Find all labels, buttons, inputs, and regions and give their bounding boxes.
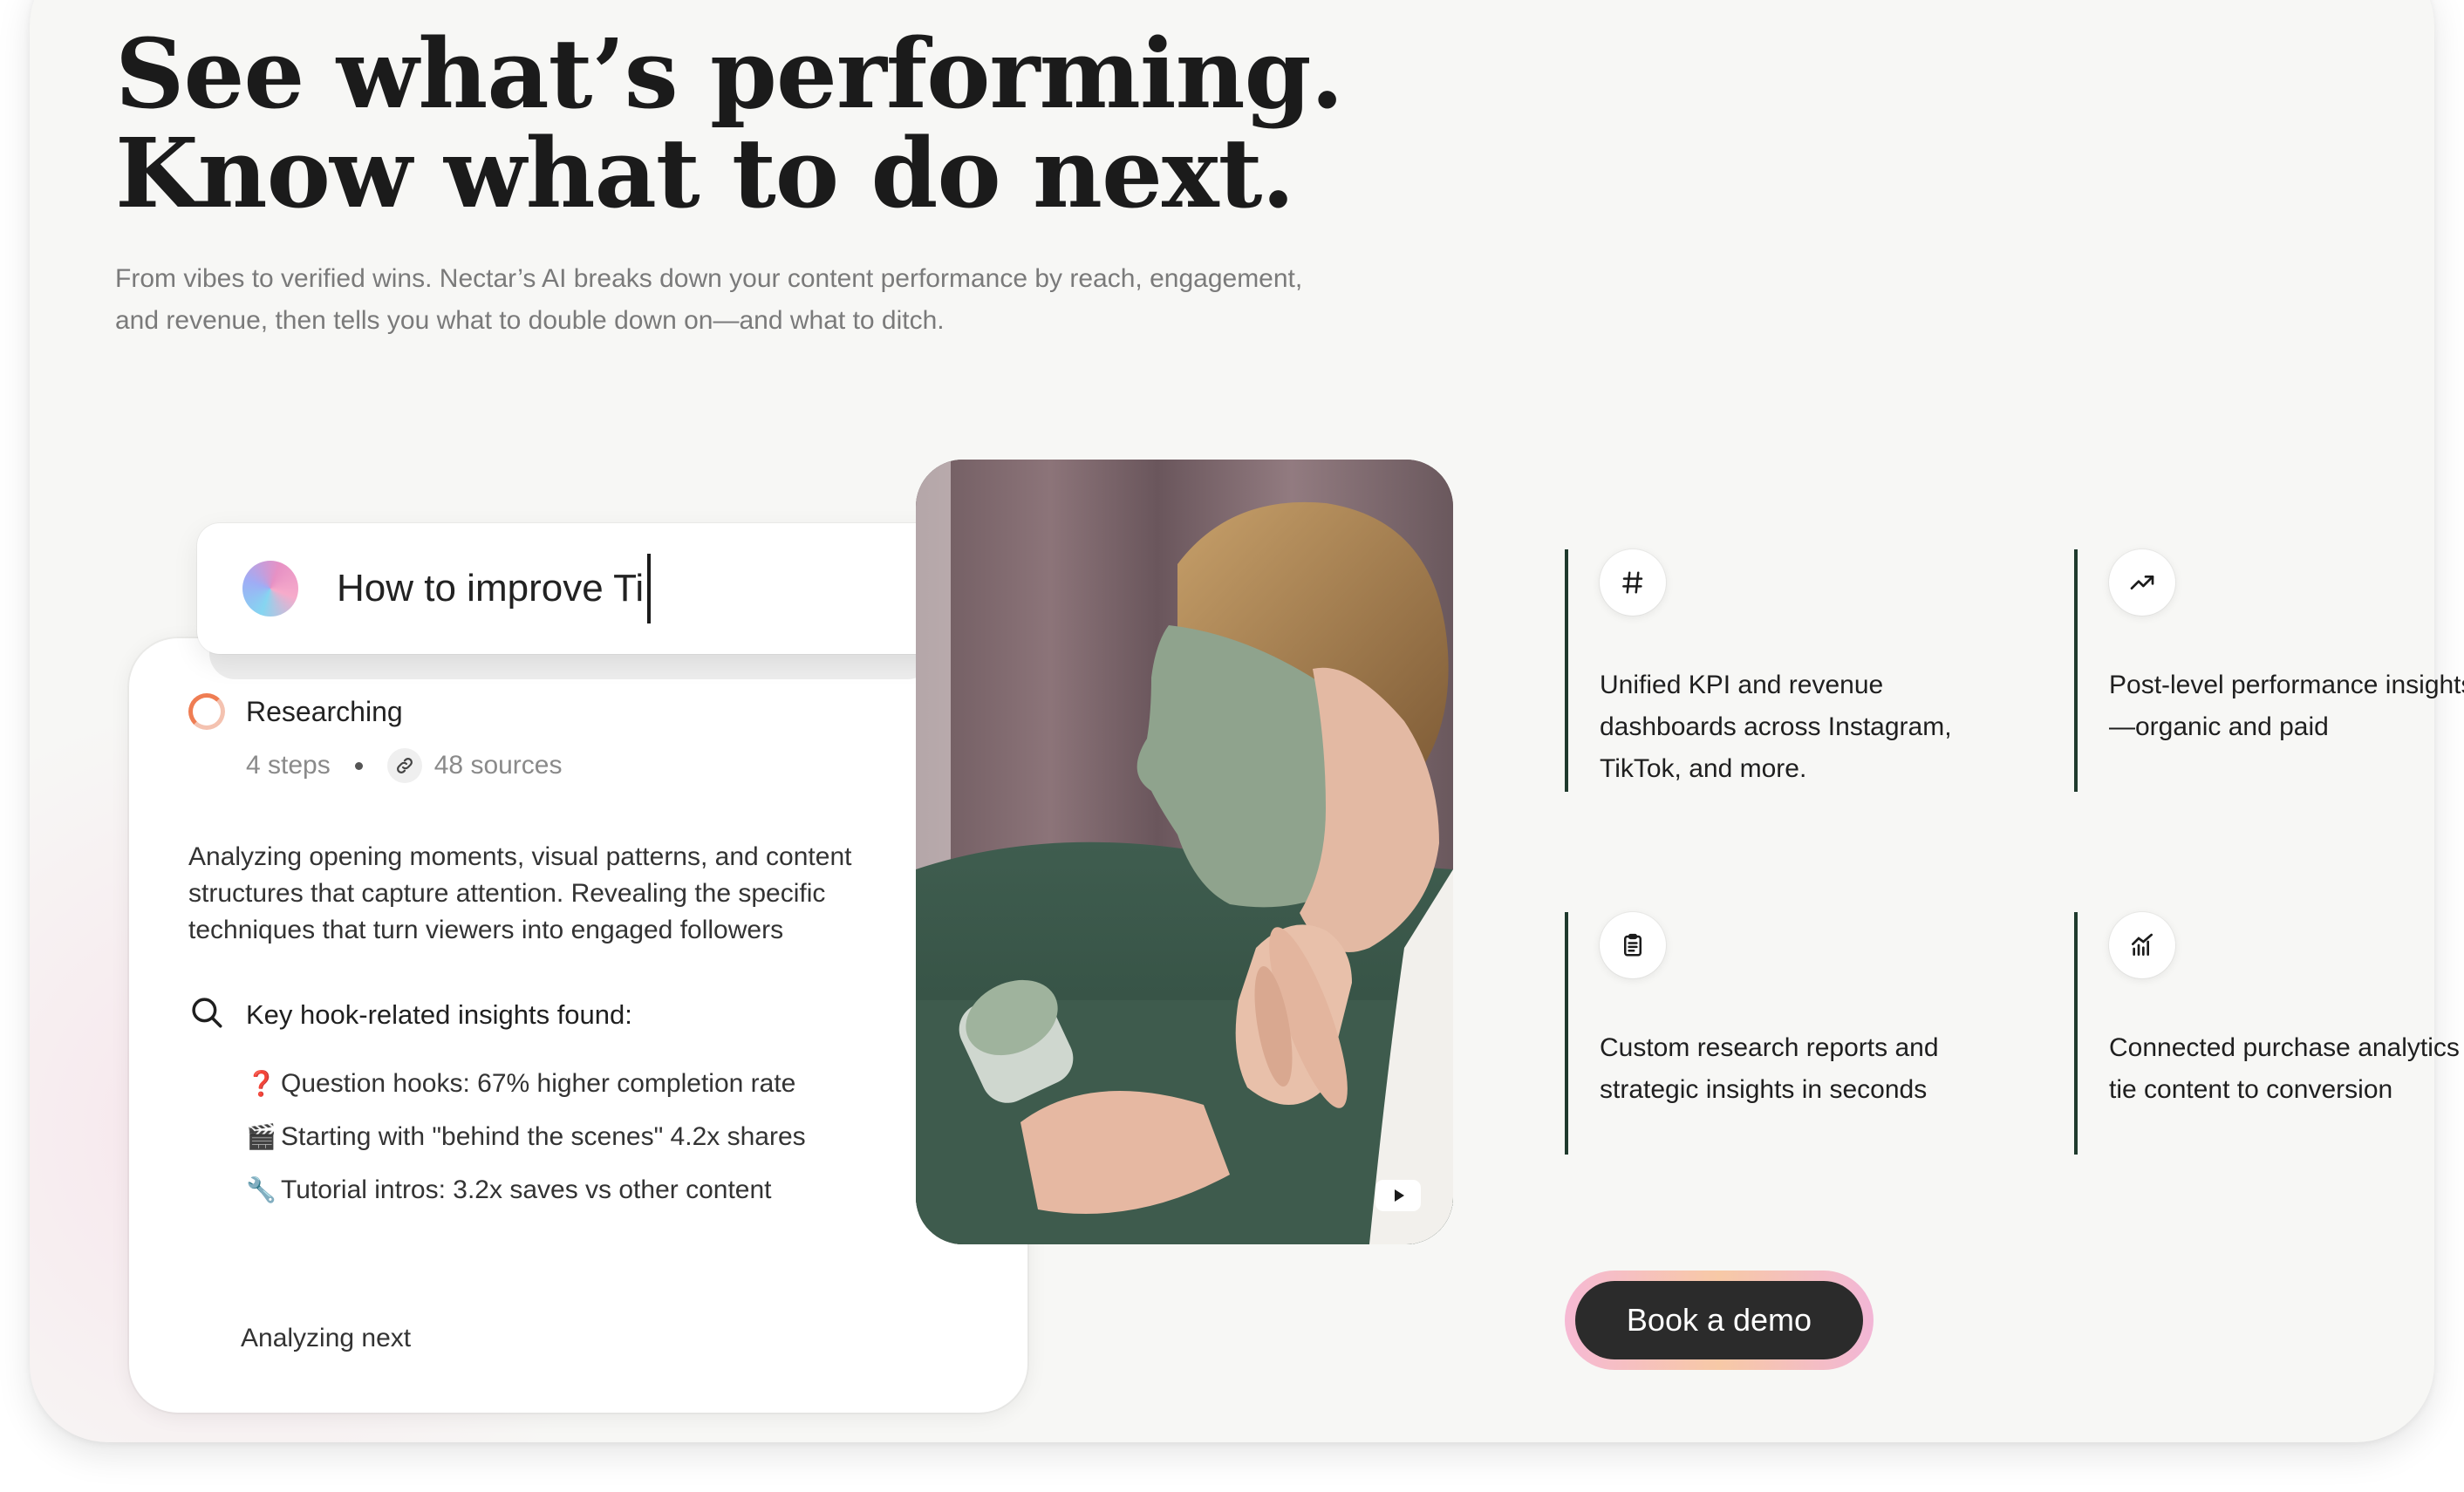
feature-text: Post-level performance insights—organic …: [2109, 671, 2464, 741]
feature-research-reports: Custom research reports and strategic in…: [1565, 912, 2053, 1155]
wrench-icon: 🔧: [246, 1176, 276, 1203]
feature-text: Unified KPI and revenue dashboards acros…: [1600, 671, 1952, 783]
analyzing-next-label: Analyzing next: [241, 1324, 412, 1352]
list-item: ❓ Question hooks: 67% higher completion …: [246, 1057, 806, 1110]
steps-count: 4 steps: [246, 751, 331, 780]
headline-line-2: Know what to do next.: [115, 117, 1295, 229]
analytics-chart-icon: [2109, 912, 2175, 978]
hero-subcopy: From vibes to verified wins. Nectar’s AI…: [115, 264, 1303, 335]
list-item: 🎬 Starting with "behind the scenes" 4.2x…: [246, 1110, 806, 1163]
clapperboard-icon: 🎬: [246, 1123, 276, 1150]
trending-up-icon: [2109, 549, 2175, 616]
book-demo-button[interactable]: Book a demo: [1575, 1281, 1863, 1359]
analysis-description: Analyzing opening moments, visual patter…: [188, 842, 852, 944]
question-mark-icon: ❓: [246, 1070, 276, 1097]
insights-heading-label: Key hook-related insights found:: [246, 998, 632, 1030]
sources-count: 48 sources: [433, 751, 563, 780]
video-thumbnail[interactable]: [916, 460, 1453, 1244]
skincare-photo: [916, 460, 1453, 1244]
feature-purchase-analytics: Connected purchase analytics to tie cont…: [2074, 912, 2464, 1155]
link-icon: [386, 748, 422, 783]
insights-heading: Key hook-related insights found:: [188, 994, 632, 1035]
insight-text: Starting with "behind the scenes" 4.2x s…: [281, 1121, 806, 1151]
insights-list: ❓ Question hooks: 67% higher completion …: [246, 1057, 806, 1216]
youtube-play-icon[interactable]: [1375, 1180, 1421, 1211]
research-meta: 4 steps 48 sources: [246, 748, 562, 783]
search-icon: [188, 994, 225, 1035]
insight-text: Tutorial intros: 3.2x saves vs other con…: [281, 1175, 772, 1204]
list-item: 🔧 Tutorial intros: 3.2x saves vs other c…: [246, 1163, 806, 1216]
headline-line-1: See what’s performing.: [115, 17, 1344, 130]
feature-kpi-dashboards: Unified KPI and revenue dashboards acros…: [1565, 549, 2053, 792]
feature-post-level-insights: Post-level performance insights—organic …: [2074, 549, 2464, 792]
feature-text: Custom research reports and strategic in…: [1600, 1033, 1939, 1104]
status-label: Researching: [246, 695, 403, 727]
page-title: See what’s performing. Know what to do n…: [115, 24, 1344, 223]
prompt-input[interactable]: How to improve Ti: [337, 554, 652, 623]
separator-dot: [354, 761, 363, 770]
prompt-input-bar[interactable]: How to improve Ti: [197, 523, 959, 654]
loading-spinner-icon: [188, 693, 225, 730]
prompt-text: How to improve Ti: [337, 567, 645, 610]
hashtag-icon: [1600, 549, 1666, 616]
clipboard-icon: [1600, 912, 1666, 978]
text-caret: [647, 554, 652, 623]
research-status: Researching: [188, 693, 403, 730]
insight-text: Question hooks: 67% higher completion ra…: [281, 1068, 796, 1098]
gradient-orb-icon: [242, 561, 298, 617]
feature-text: Connected purchase analytics to tie cont…: [2109, 1033, 2464, 1104]
